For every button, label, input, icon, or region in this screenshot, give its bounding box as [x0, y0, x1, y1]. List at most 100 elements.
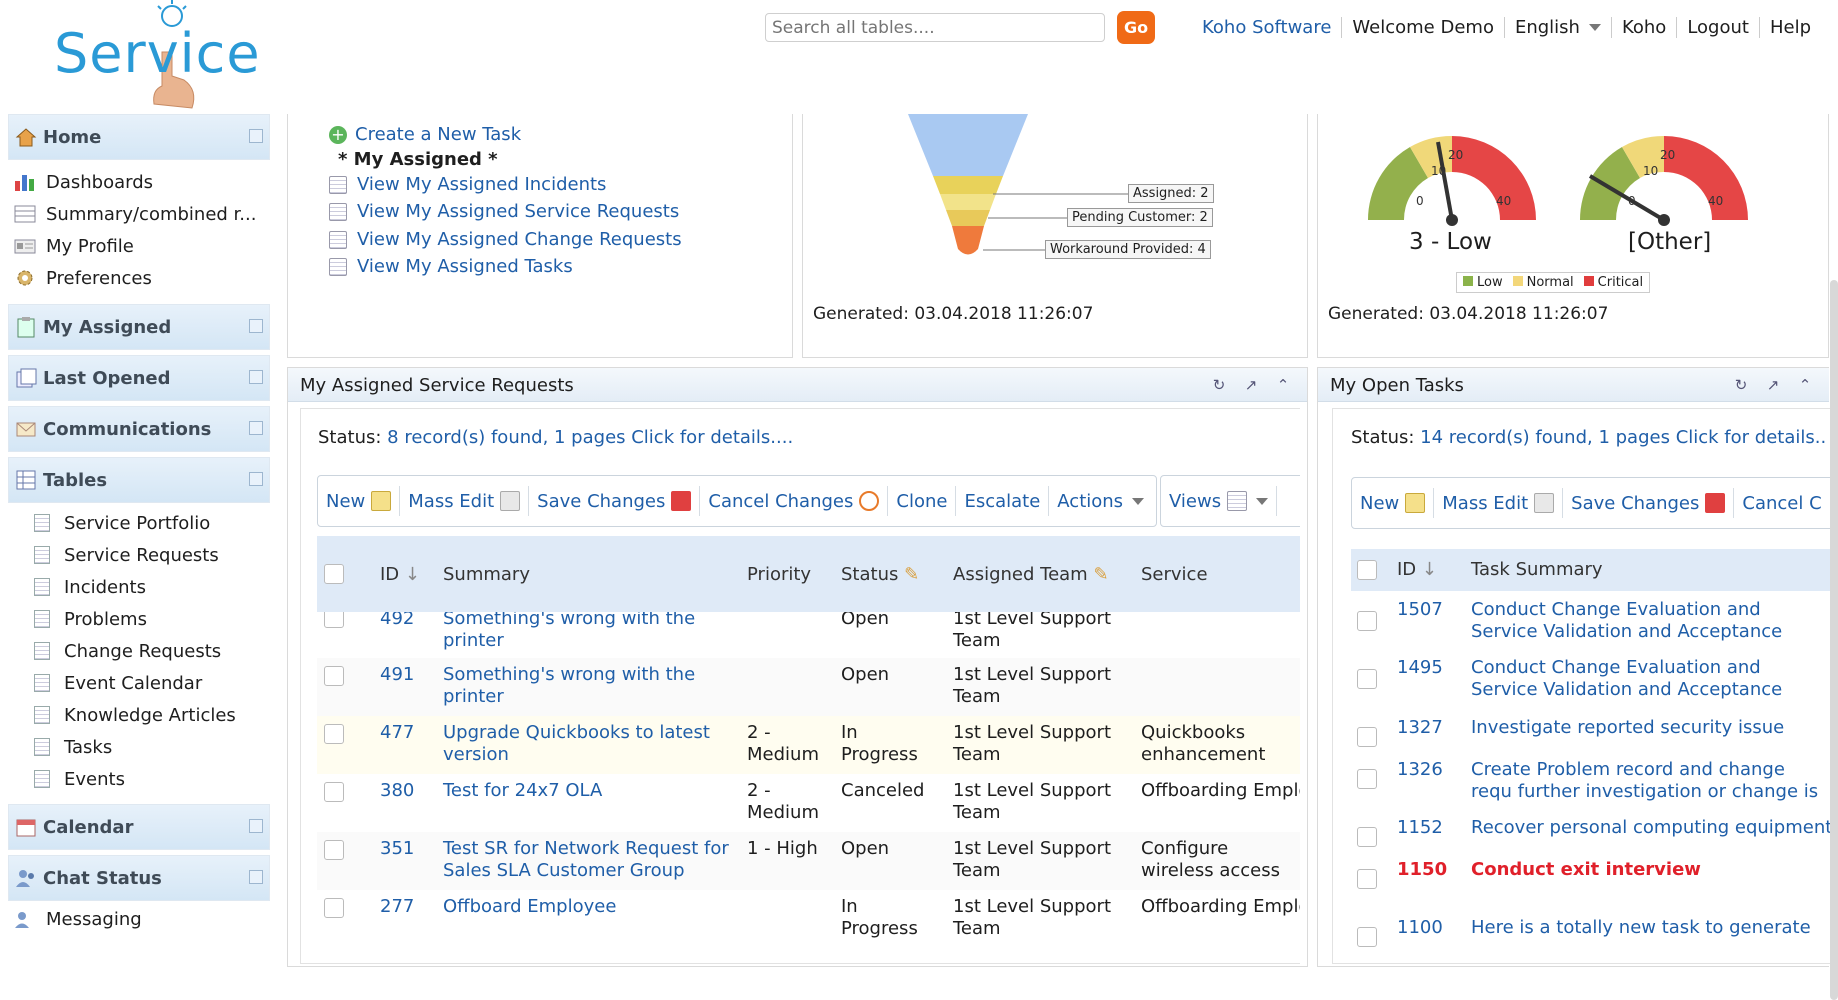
- refresh-icon[interactable]: ↻: [1211, 377, 1227, 393]
- sidebar-section-calendar[interactable]: Calendar: [8, 804, 270, 850]
- table-row[interactable]: 1327 Investigate reported security issue: [1351, 715, 1830, 755]
- table-row[interactable]: 277 Offboard Employee In Progress 1st Le…: [317, 890, 1300, 948]
- sidebar-item-change-requests[interactable]: Change Requests: [34, 636, 221, 666]
- table-row[interactable]: 1150 Conduct exit interview: [1351, 857, 1830, 913]
- link-my-incidents[interactable]: View My Assigned Incidents: [329, 174, 606, 195]
- help-link[interactable]: Help: [1758, 16, 1821, 38]
- row-id-link-overdue[interactable]: 1150: [1397, 859, 1447, 881]
- row-id-link[interactable]: 351: [380, 838, 414, 860]
- sidebar-item-my-profile[interactable]: My Profile: [14, 231, 134, 261]
- company-link[interactable]: Koho Software: [1192, 17, 1341, 38]
- row-summary-link[interactable]: Something's wrong with the printer: [443, 612, 703, 652]
- link-my-tasks[interactable]: View My Assigned Tasks: [329, 256, 573, 277]
- row-checkbox[interactable]: [1357, 611, 1377, 631]
- row-id-link[interactable]: 1495: [1397, 657, 1443, 679]
- row-summary-link[interactable]: Test for 24x7 OLA: [443, 780, 713, 802]
- gauge-charts[interactable]: [1348, 124, 1768, 234]
- row-summary-link[interactable]: Upgrade Quickbooks to latest version: [443, 722, 713, 766]
- row-checkbox[interactable]: [1357, 769, 1377, 789]
- search-input[interactable]: [765, 13, 1105, 42]
- records-status-link[interactable]: 14 record(s) found, 1 pages Click for de…: [1420, 427, 1826, 448]
- views-dropdown[interactable]: Views: [1161, 486, 1278, 516]
- row-summary-link[interactable]: Investigate reported security issue: [1471, 717, 1830, 739]
- row-summary-link[interactable]: Create Problem record and change requ fu…: [1471, 759, 1830, 803]
- select-all-checkbox[interactable]: [324, 564, 344, 584]
- row-checkbox[interactable]: [324, 666, 344, 686]
- sidebar-section-last-opened[interactable]: Last Opened: [8, 355, 270, 401]
- row-summary-link[interactable]: Conduct Change Evaluation and Service Va…: [1471, 599, 1830, 643]
- sidebar-item-service-requests[interactable]: Service Requests: [34, 540, 219, 570]
- cancel-changes-button[interactable]: Cancel C: [1734, 488, 1829, 518]
- collapse-chevron-icon[interactable]: ⌃: [1797, 377, 1813, 393]
- table-row[interactable]: 1495 Conduct Change Evaluation and Servi…: [1351, 657, 1830, 713]
- table-row[interactable]: 492 Something's wrong with the printer O…: [317, 612, 1300, 658]
- table-row[interactable]: 477 Upgrade Quickbooks to latest version…: [317, 716, 1300, 774]
- search-go-button[interactable]: Go: [1117, 11, 1155, 44]
- row-checkbox[interactable]: [324, 724, 344, 744]
- sidebar-item-problems[interactable]: Problems: [34, 604, 147, 634]
- row-id-link[interactable]: 492: [380, 612, 414, 630]
- mass-edit-button[interactable]: Mass Edit: [1434, 488, 1564, 518]
- table-row[interactable]: 1326 Create Problem record and change re…: [1351, 757, 1830, 813]
- col-header-summary[interactable]: Summary: [443, 564, 530, 586]
- koho-link[interactable]: Koho: [1610, 16, 1676, 38]
- sidebar-item-dashboards[interactable]: Dashboards: [14, 167, 153, 197]
- col-header-priority[interactable]: Priority: [747, 564, 811, 586]
- row-checkbox[interactable]: [324, 782, 344, 802]
- sidebar-section-chat-status[interactable]: Chat Status: [8, 855, 270, 901]
- logout-link[interactable]: Logout: [1676, 16, 1759, 38]
- link-my-service-requests[interactable]: View My Assigned Service Requests: [329, 201, 679, 222]
- table-row[interactable]: 1152 Recover personal computing equipmen…: [1351, 815, 1830, 855]
- records-status-link[interactable]: 8 record(s) found, 1 pages Click for det…: [387, 427, 793, 448]
- row-id-link[interactable]: 1100: [1397, 917, 1443, 939]
- language-select[interactable]: English: [1503, 16, 1611, 38]
- sidebar-item-incidents[interactable]: Incidents: [34, 572, 146, 602]
- select-all-checkbox[interactable]: [1357, 560, 1377, 580]
- save-changes-button[interactable]: Save Changes: [1563, 488, 1735, 518]
- row-checkbox[interactable]: [1357, 669, 1377, 689]
- col-header-task-summary[interactable]: Task Summary: [1471, 559, 1603, 581]
- col-header-id[interactable]: ID ↓: [380, 564, 420, 586]
- sidebar-section-tables[interactable]: Tables: [8, 457, 270, 503]
- table-row[interactable]: 1507 Conduct Change Evaluation and Servi…: [1351, 599, 1830, 655]
- row-checkbox[interactable]: [324, 612, 344, 628]
- row-id-link[interactable]: 491: [380, 664, 414, 686]
- new-button[interactable]: New: [318, 486, 401, 516]
- actions-dropdown[interactable]: Actions: [1049, 486, 1152, 516]
- table-row[interactable]: 1100 Here is a totally new task to gener…: [1351, 915, 1830, 955]
- col-header-id[interactable]: ID ↓: [1397, 559, 1437, 581]
- sidebar-item-events[interactable]: Events: [34, 764, 125, 794]
- sidebar-item-event-calendar[interactable]: Event Calendar: [34, 668, 202, 698]
- row-summary-link[interactable]: Recover personal computing equipment: [1471, 817, 1830, 839]
- row-id-link[interactable]: 380: [380, 780, 414, 802]
- page-scrollbar[interactable]: [1830, 280, 1838, 1000]
- table-row[interactable]: 380 Test for 24x7 OLA 2 - Medium Cancele…: [317, 774, 1300, 832]
- row-summary-link[interactable]: Something's wrong with the printer: [443, 664, 703, 708]
- cancel-changes-button[interactable]: Cancel Changes: [700, 486, 889, 516]
- row-summary-link[interactable]: Offboard Employee: [443, 896, 713, 918]
- expand-icon[interactable]: [249, 319, 263, 333]
- row-summary-link[interactable]: Here is a totally new task to generate: [1471, 917, 1830, 939]
- sidebar-section-communications[interactable]: Communications: [8, 406, 270, 452]
- sidebar-item-summary[interactable]: Summary/combined r...: [14, 199, 256, 229]
- popout-icon[interactable]: ↗: [1765, 377, 1781, 393]
- row-summary-link[interactable]: Conduct Change Evaluation and Service Va…: [1471, 657, 1830, 701]
- sidebar-item-tasks[interactable]: Tasks: [34, 732, 112, 762]
- row-id-link[interactable]: 1327: [1397, 717, 1443, 739]
- collapse-icon[interactable]: [249, 472, 263, 486]
- link-my-change-requests[interactable]: View My Assigned Change Requests: [329, 229, 682, 250]
- expand-icon[interactable]: [249, 421, 263, 435]
- row-checkbox[interactable]: [1357, 927, 1377, 947]
- row-checkbox[interactable]: [1357, 827, 1377, 847]
- expand-icon[interactable]: [249, 370, 263, 384]
- sidebar-item-service-portfolio[interactable]: Service Portfolio: [34, 508, 210, 538]
- row-id-link[interactable]: 277: [380, 896, 414, 918]
- row-id-link[interactable]: 477: [380, 722, 414, 744]
- col-header-service[interactable]: Service: [1141, 564, 1208, 586]
- funnel-chart[interactable]: [803, 114, 1303, 294]
- sidebar-section-my-assigned[interactable]: My Assigned: [8, 304, 270, 350]
- sidebar-item-preferences[interactable]: Preferences: [14, 263, 152, 293]
- sidebar-section-home[interactable]: Home: [8, 114, 270, 160]
- table-row[interactable]: 351 Test SR for Network Request for Sale…: [317, 832, 1300, 890]
- clone-button[interactable]: Clone: [888, 486, 957, 516]
